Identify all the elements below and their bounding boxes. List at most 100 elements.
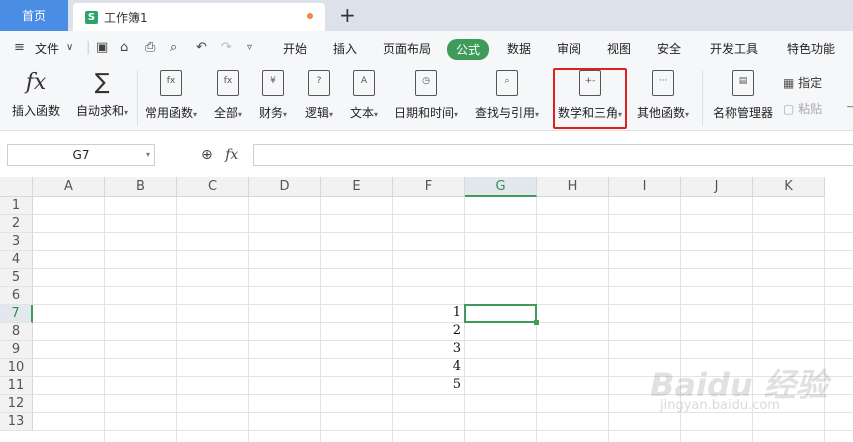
row-header-3[interactable]: 3 (0, 233, 33, 251)
row-header-6[interactable]: 6 (0, 287, 33, 305)
all-functions-button[interactable]: fx 全部▾ (209, 70, 247, 121)
insert-function-button[interactable]: fx 插入函数 (10, 70, 62, 119)
paste-icon: ▢ (783, 102, 795, 116)
name-manager-icon: ▤ (732, 70, 754, 96)
save-icon[interactable]: ▣ (96, 40, 108, 55)
row-header-11[interactable]: 11 (0, 377, 33, 395)
cell-f11[interactable]: 5 (433, 377, 461, 392)
menu-insert[interactable]: 插入 (333, 40, 357, 57)
row-header-9[interactable]: 9 (0, 341, 33, 359)
table-icon: ▦ (783, 76, 795, 90)
formula-ribbon: fx 插入函数 ∑ 自动求和▾ fx 常用函数▾ fx 全部▾ ¥ 财务▾ ? … (0, 66, 853, 131)
menu-view[interactable]: 视图 (607, 40, 631, 57)
name-box[interactable]: G7 ▾ (7, 144, 155, 166)
column-header-c[interactable]: C (177, 177, 249, 197)
grid-line (248, 197, 249, 442)
print-icon[interactable]: ⎙ (145, 40, 155, 55)
format-painter-icon[interactable]: ⌂ (120, 40, 128, 55)
fx-button[interactable]: fx (225, 147, 238, 163)
column-header-i[interactable]: I (609, 177, 681, 197)
cell-f7[interactable]: 1 (433, 305, 461, 320)
row-header-13[interactable]: 13 (0, 413, 33, 431)
menu-home[interactable]: 开始 (283, 40, 307, 57)
column-header-h[interactable]: H (537, 177, 609, 197)
column-header-d[interactable]: D (249, 177, 321, 197)
grid-line (33, 250, 853, 251)
watermark-url: jingyan.baidu.com (660, 398, 780, 413)
formula-bar: G7 ▾ ⊕ fx (0, 138, 853, 172)
menu-review[interactable]: 审阅 (557, 40, 581, 57)
autosum-button[interactable]: ∑ 自动求和▾ (72, 70, 132, 119)
text-a-icon: A (353, 70, 375, 96)
menu-special[interactable]: 特色功能 (787, 40, 835, 57)
menu-security[interactable]: 安全 (657, 40, 681, 57)
add-tab-button[interactable]: + (339, 4, 356, 26)
grid-line (33, 430, 853, 431)
paste-button[interactable]: ▢ 粘贴 (783, 100, 822, 117)
menu-formulas[interactable]: 公式 (447, 39, 490, 60)
name-manager-button[interactable]: ▤ 名称管理器 (712, 70, 774, 121)
column-header-k[interactable]: K (753, 177, 825, 197)
column-header-e[interactable]: E (321, 177, 393, 197)
print-preview-icon[interactable]: ⌕ (170, 40, 177, 55)
column-header-g[interactable]: G (465, 177, 537, 197)
grid-line (392, 197, 393, 442)
specify-button[interactable]: ▦ 指定 (783, 74, 822, 91)
common-functions-button[interactable]: fx 常用函数▾ (141, 70, 201, 121)
select-all-corner[interactable] (0, 177, 33, 197)
grid-line (33, 268, 853, 269)
all-function-icon: fx (217, 70, 239, 96)
column-header-j[interactable]: J (681, 177, 753, 197)
hamburger-icon[interactable]: ≡ (14, 40, 25, 55)
other-functions-button[interactable]: ··· 其他函数▾ (633, 70, 693, 121)
highlight-annotation (553, 68, 627, 129)
menu-page-layout[interactable]: 页面布局 (383, 40, 431, 57)
zoom-search-icon[interactable]: ⊕ (201, 147, 213, 163)
document-title: 工作簿1 (104, 10, 148, 25)
spreadsheet-icon: S (85, 10, 98, 24)
undo-icon[interactable]: ↶ (196, 40, 207, 55)
unsaved-dot-icon (307, 13, 313, 19)
row-header-7[interactable]: 7 (0, 305, 33, 323)
cell-f8[interactable]: 2 (433, 323, 461, 338)
lookup-functions-button[interactable]: ⌕ 查找与引用▾ (471, 70, 543, 121)
grid-line (320, 197, 321, 442)
formula-input[interactable] (253, 144, 853, 166)
grid-line (176, 197, 177, 442)
fill-handle[interactable] (534, 320, 539, 325)
chevron-down-icon[interactable]: ▾ (146, 145, 150, 165)
datetime-functions-button[interactable]: ◷ 日期和时间▾ (390, 70, 462, 121)
logic-functions-button[interactable]: ? 逻辑▾ (300, 70, 338, 121)
redo-icon[interactable]: ↷ (221, 40, 232, 55)
tab-document[interactable]: S 工作簿1 (73, 3, 325, 31)
row-header-4[interactable]: 4 (0, 251, 33, 269)
cell-f9[interactable]: 3 (433, 341, 461, 356)
row-header-2[interactable]: 2 (0, 215, 33, 233)
grid-line (33, 232, 853, 233)
yen-icon: ¥ (262, 70, 284, 96)
quick-access-dropdown-icon[interactable]: ▿ (247, 42, 252, 53)
row-header-5[interactable]: 5 (0, 269, 33, 287)
tab-bar: 首页 S 工作簿1 + (0, 0, 853, 31)
menu-developer[interactable]: 开发工具 (710, 40, 758, 57)
column-header-b[interactable]: B (105, 177, 177, 197)
row-header-12[interactable]: 12 (0, 395, 33, 413)
common-function-icon: fx (160, 70, 182, 96)
row-header-8[interactable]: 8 (0, 323, 33, 341)
menu-data[interactable]: 数据 (507, 40, 531, 57)
grid-line (608, 197, 609, 442)
file-menu[interactable]: 文件 (35, 40, 59, 57)
active-cell[interactable] (464, 304, 537, 323)
column-header-a[interactable]: A (33, 177, 105, 197)
grid-line (33, 286, 853, 287)
row-header-1[interactable]: 1 (0, 197, 33, 215)
text-functions-button[interactable]: A 文本▾ (345, 70, 383, 121)
ribbon-overflow-icon[interactable]: ⊣ (846, 100, 853, 114)
cell-f10[interactable]: 4 (433, 359, 461, 374)
tab-home[interactable]: 首页 (0, 0, 68, 31)
lookup-icon: ⌕ (496, 70, 518, 96)
column-header-f[interactable]: F (393, 177, 465, 197)
chevron-down-icon[interactable]: ∨ (66, 42, 73, 53)
finance-functions-button[interactable]: ¥ 财务▾ (254, 70, 292, 121)
row-header-10[interactable]: 10 (0, 359, 33, 377)
